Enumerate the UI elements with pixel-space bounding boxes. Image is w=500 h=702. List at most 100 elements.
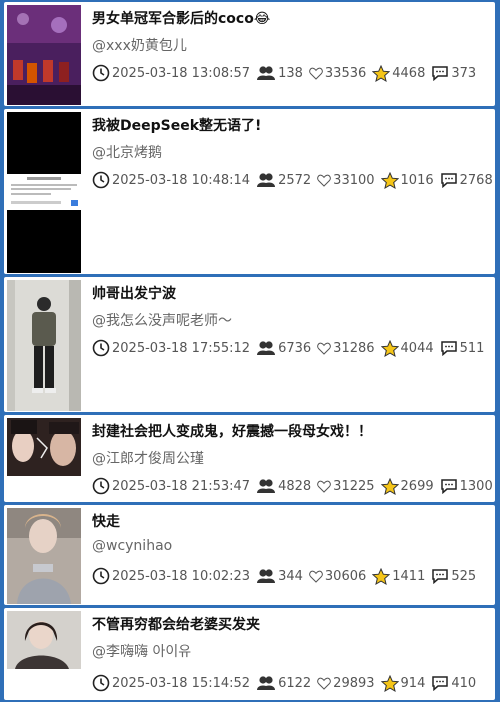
drama-still-icon bbox=[7, 418, 81, 476]
likes-value: 33536 bbox=[324, 65, 367, 81]
post-stats: 2025-03-18 15:14:52 6122 29893 914 410 bbox=[92, 674, 491, 692]
post-card[interactable]: 封建社会把人变成鬼，好震撼一段母女戏！！ @江郎才俊周公瑾 2025-03-18… bbox=[4, 415, 495, 502]
post-time-value: 2025-03-18 17:55:12 bbox=[112, 340, 251, 356]
users-icon bbox=[257, 479, 276, 493]
likes-value: 31286 bbox=[333, 340, 375, 356]
post-stars: 2699 bbox=[380, 477, 434, 495]
post-time: 2025-03-18 17:55:12 bbox=[92, 339, 250, 357]
post-title[interactable]: 封建社会把人变成鬼，好震撼一段母女戏！！ bbox=[92, 421, 487, 441]
post-stats: 2025-03-18 17:55:12 6736 31286 4044 511 bbox=[92, 339, 491, 357]
post-stats: 2025-03-18 21:53:47 4828 31225 2699 1300 bbox=[92, 477, 493, 495]
users-icon bbox=[257, 676, 276, 690]
post-comments: 511 bbox=[440, 340, 485, 356]
star-icon bbox=[380, 477, 399, 495]
post-time-value: 2025-03-18 13:08:57 bbox=[112, 65, 251, 81]
post-stats: 2025-03-18 13:08:57 138 33536 4468 373 bbox=[92, 64, 491, 82]
clock-icon bbox=[92, 64, 110, 82]
comments-value: 2768 bbox=[459, 172, 493, 188]
post-author[interactable]: @李嗨嗨 아이유 bbox=[92, 641, 191, 661]
post-stats: 2025-03-18 10:48:14 2572 33100 1016 2768 bbox=[92, 171, 493, 189]
star-icon bbox=[372, 567, 391, 585]
followers-value: 6122 bbox=[278, 675, 312, 691]
post-author[interactable]: @北京烤鹅 bbox=[92, 142, 162, 162]
star-icon bbox=[380, 674, 399, 692]
comment-icon bbox=[432, 66, 449, 81]
heart-icon bbox=[317, 342, 331, 355]
portrait-icon bbox=[7, 508, 81, 604]
comments-value: 1300 bbox=[459, 478, 493, 494]
post-thumbnail[interactable] bbox=[7, 112, 81, 273]
post-time: 2025-03-18 10:02:23 bbox=[92, 567, 250, 585]
star-icon bbox=[372, 64, 391, 82]
post-likes: 30606 bbox=[309, 569, 366, 584]
comment-icon bbox=[440, 173, 457, 188]
post-time: 2025-03-18 13:08:57 bbox=[92, 64, 250, 82]
post-title[interactable]: 不管再穷都会给老婆买发夹 bbox=[92, 614, 487, 634]
post-thumbnail[interactable] bbox=[7, 5, 81, 105]
comments-value: 511 bbox=[459, 340, 485, 356]
post-stats: 2025-03-18 10:02:23 344 30606 1411 525 bbox=[92, 567, 491, 585]
post-title[interactable]: 快走 bbox=[92, 511, 487, 531]
walking-man-icon bbox=[7, 280, 81, 411]
post-comments: 373 bbox=[431, 65, 476, 81]
post-likes: 33536 bbox=[309, 66, 366, 81]
post-author[interactable]: @我怎么没声呢老师～ bbox=[92, 310, 232, 330]
post-comments: 2768 bbox=[440, 172, 493, 188]
post-card[interactable]: 不管再穷都会给老婆买发夹 @李嗨嗨 아이유 2025-03-18 15:14:5… bbox=[4, 608, 495, 700]
clock-icon bbox=[92, 339, 110, 357]
stars-value: 4044 bbox=[400, 340, 434, 356]
post-card[interactable]: 帅哥出发宁波 @我怎么没声呢老师～ 2025-03-18 17:55:12 67… bbox=[4, 277, 495, 412]
screenshot-icon bbox=[7, 112, 81, 273]
likes-value: 29893 bbox=[333, 675, 375, 691]
post-likes: 31225 bbox=[317, 478, 375, 494]
heart-icon bbox=[317, 480, 331, 493]
post-followers: 6122 bbox=[256, 675, 311, 691]
post-author[interactable]: @wcynihao bbox=[92, 538, 172, 554]
stars-value: 914 bbox=[400, 675, 426, 691]
heart-icon bbox=[309, 570, 323, 583]
users-icon bbox=[257, 341, 276, 355]
post-stars: 914 bbox=[380, 674, 426, 692]
clock-icon bbox=[92, 567, 110, 585]
post-time: 2025-03-18 21:53:47 bbox=[92, 477, 250, 495]
post-card[interactable]: 快走 @wcynihao 2025-03-18 10:02:23 344 306… bbox=[4, 505, 495, 605]
post-time-value: 2025-03-18 21:53:47 bbox=[112, 478, 251, 494]
comment-icon bbox=[440, 341, 457, 356]
post-followers: 6736 bbox=[256, 340, 311, 356]
post-time-value: 2025-03-18 15:14:52 bbox=[112, 675, 251, 691]
post-time-value: 2025-03-18 10:02:23 bbox=[112, 568, 251, 584]
post-title[interactable]: 我被DeepSeek整无语了! bbox=[92, 115, 487, 135]
comments-value: 525 bbox=[451, 568, 477, 584]
star-icon bbox=[380, 171, 399, 189]
post-author[interactable]: @xxx奶黄包儿 bbox=[92, 35, 187, 55]
users-icon bbox=[257, 173, 276, 187]
post-title[interactable]: 男女单冠军合影后的coco😂 bbox=[92, 8, 487, 28]
post-title[interactable]: 帅哥出发宁波 bbox=[92, 283, 487, 303]
stars-value: 4468 bbox=[392, 65, 426, 81]
users-icon bbox=[257, 66, 276, 80]
post-card[interactable]: 我被DeepSeek整无语了! @北京烤鹅 2025-03-18 10:48:1… bbox=[4, 109, 495, 274]
video-feed: 男女单冠军合影后的coco😂 @xxx奶黄包儿 2025-03-18 13:08… bbox=[0, 0, 500, 702]
clock-icon bbox=[92, 674, 110, 692]
followers-value: 344 bbox=[278, 568, 303, 584]
clock-icon bbox=[92, 477, 110, 495]
post-author[interactable]: @江郎才俊周公瑾 bbox=[92, 448, 204, 468]
comment-icon bbox=[440, 479, 457, 494]
star-icon bbox=[380, 339, 399, 357]
followers-value: 2572 bbox=[278, 172, 312, 188]
post-card[interactable]: 男女单冠军合影后的coco😂 @xxx奶黄包儿 2025-03-18 13:08… bbox=[4, 2, 495, 106]
post-likes: 29893 bbox=[317, 675, 375, 691]
post-thumbnail[interactable] bbox=[7, 508, 81, 604]
post-likes: 33100 bbox=[317, 173, 375, 188]
post-followers: 2572 bbox=[256, 172, 311, 188]
comments-value: 410 bbox=[451, 675, 477, 691]
users-icon bbox=[257, 569, 276, 583]
followers-value: 4828 bbox=[278, 478, 312, 494]
post-followers: 4828 bbox=[256, 478, 311, 494]
post-comments: 410 bbox=[431, 675, 476, 691]
likes-value: 31225 bbox=[333, 478, 375, 494]
post-thumbnail[interactable] bbox=[7, 280, 81, 411]
post-thumbnail[interactable] bbox=[7, 611, 81, 669]
post-thumbnail[interactable] bbox=[7, 418, 81, 476]
photo-group-stage-icon bbox=[7, 5, 81, 105]
